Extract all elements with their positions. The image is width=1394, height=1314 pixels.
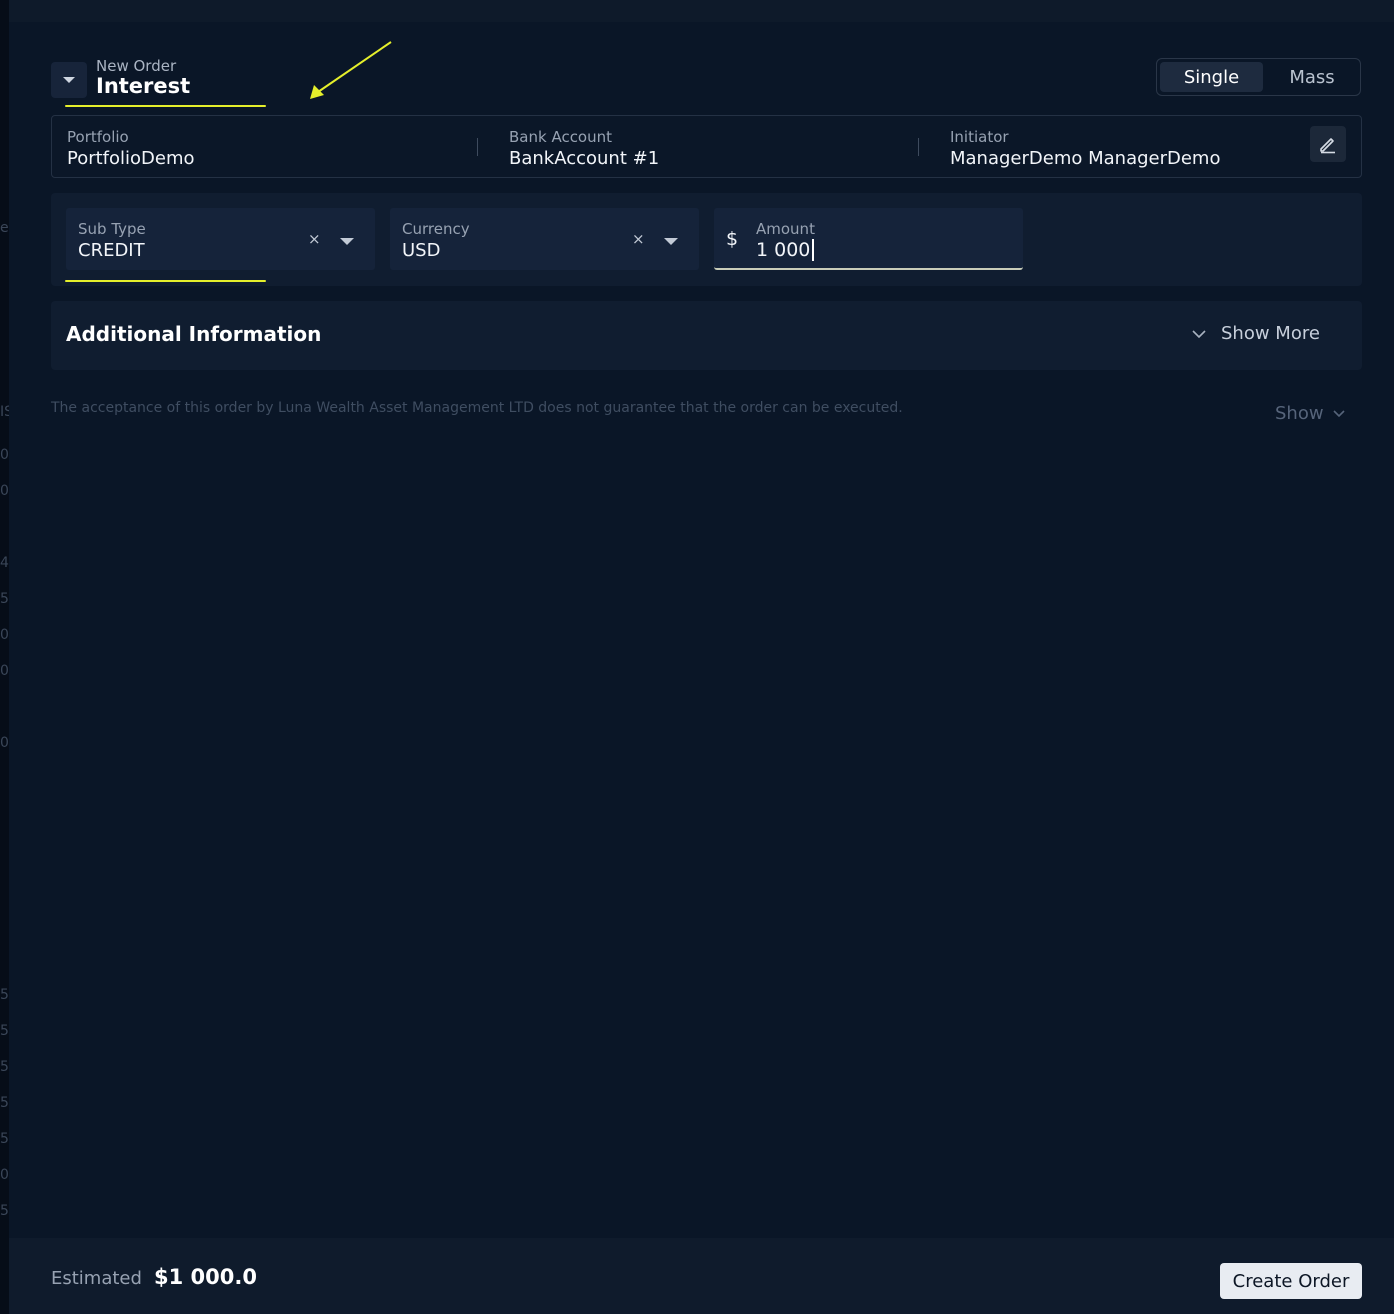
chevron-down-icon[interactable] [664, 238, 678, 245]
caret-down-icon [63, 77, 75, 83]
left-edge-fragment: 0 [0, 627, 9, 643]
initiator-value: ManagerDemo ManagerDemo [950, 148, 1221, 169]
left-edge-fragment: 5 [0, 1131, 9, 1147]
disclaimer-text: The acceptance of this order by Luna Wea… [51, 400, 903, 416]
currency-label: Currency [402, 220, 470, 238]
subtype-select[interactable]: Sub Type CREDIT × [66, 208, 375, 270]
left-edge-fragment: e [0, 220, 9, 236]
chevron-down-icon [1192, 329, 1206, 338]
edit-info-button[interactable] [1310, 126, 1346, 162]
create-order-button[interactable]: Create Order [1220, 1263, 1362, 1299]
amount-input[interactable]: $ Amount 1 000 [714, 208, 1023, 270]
single-mode-button[interactable]: Single [1160, 62, 1263, 92]
estimated-label: Estimated [51, 1268, 142, 1289]
disclaimer-show-label: Show [1275, 403, 1324, 424]
disclaimer-show-button[interactable]: Show [1275, 403, 1346, 424]
left-edge-fragment: 5 [0, 1095, 9, 1111]
currency-value: USD [402, 240, 441, 261]
left-edge-fragment: 0 [0, 483, 9, 499]
bank-account-value: BankAccount #1 [509, 148, 660, 169]
annotation-arrow-icon [310, 41, 392, 99]
order-caption: New Order [96, 57, 177, 75]
mass-mode-button[interactable]: Mass [1266, 62, 1358, 92]
amount-value[interactable]: 1 000 [756, 239, 815, 261]
top-bar [9, 0, 1394, 22]
pencil-icon [1320, 138, 1335, 154]
estimated-value: $1 000.0 [154, 1265, 257, 1289]
additional-information-title: Additional Information [66, 322, 322, 346]
left-edge-fragment: 5 [0, 591, 9, 607]
initiator-label: Initiator [950, 128, 1009, 146]
dollar-icon: $ [726, 228, 739, 250]
divider [918, 138, 919, 156]
subtype-label: Sub Type [78, 220, 146, 238]
mode-toggle: Single Mass [1156, 58, 1361, 96]
show-more-label: Show More [1221, 323, 1320, 344]
chevron-down-icon[interactable] [340, 238, 354, 245]
annotation-underline [65, 105, 266, 107]
order-footer: Estimated $1 000.0 Create Order [9, 1238, 1394, 1314]
currency-select[interactable]: Currency USD × [390, 208, 699, 270]
left-edge-fragment: 5 [0, 1059, 9, 1075]
subtype-clear-icon[interactable]: × [308, 230, 321, 248]
left-edge-fragment: 5 [0, 1023, 9, 1039]
left-edge-fragment: 5 [0, 1203, 9, 1219]
background-app-strip: e IS 03 0 4 5 0 03 03 5 5 5 5 5 03 5 [0, 0, 18, 1314]
divider [477, 138, 478, 156]
subtype-value: CREDIT [78, 240, 145, 261]
bank-account-field: Bank Account BankAccount #1 [509, 128, 659, 169]
left-edge-fragment: 4 [0, 555, 9, 571]
amount-label: Amount [756, 220, 815, 238]
collapse-order-button[interactable] [51, 62, 87, 98]
portfolio-field: Portfolio PortfolioDemo [67, 128, 195, 169]
annotation-underline [65, 280, 266, 282]
additional-information-section: Additional Information Show More [51, 301, 1362, 370]
order-type-title: Interest [96, 74, 191, 98]
show-more-button[interactable]: Show More [1191, 323, 1320, 344]
order-fields-card: Sub Type CREDIT × Currency USD × $ Amoun… [51, 193, 1362, 286]
initiator-field: Initiator ManagerDemo ManagerDemo [950, 128, 1220, 169]
portfolio-value: PortfolioDemo [67, 148, 195, 169]
left-edge-fragment: 5 [0, 987, 9, 1003]
chevron-down-icon [1333, 410, 1345, 418]
currency-clear-icon[interactable]: × [632, 230, 645, 248]
portfolio-label: Portfolio [67, 128, 129, 146]
order-info-card: Portfolio PortfolioDemo Bank Account Ban… [51, 115, 1362, 178]
bank-account-label: Bank Account [509, 128, 613, 146]
